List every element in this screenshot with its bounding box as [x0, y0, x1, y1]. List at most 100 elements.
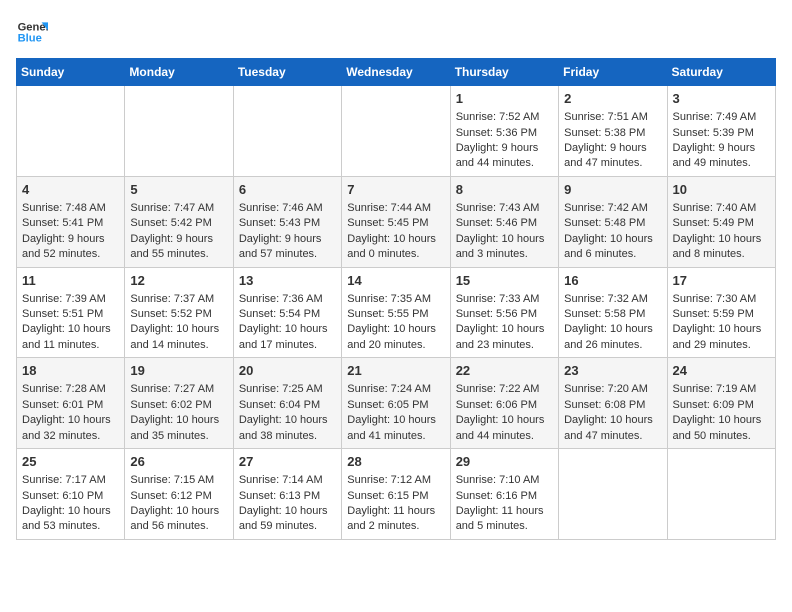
day-number: 14	[347, 272, 444, 290]
sunset-text: Sunset: 6:15 PM	[347, 490, 428, 502]
day-number: 20	[239, 362, 336, 380]
sunrise-text: Sunrise: 7:25 AM	[239, 383, 323, 395]
sunset-text: Sunset: 5:36 PM	[456, 127, 537, 139]
daylight-text: Daylight: 10 hours and 29 minutes.	[673, 323, 762, 350]
svg-text:Blue: Blue	[18, 33, 42, 45]
calendar-cell	[125, 86, 233, 177]
sunset-text: Sunset: 5:39 PM	[673, 127, 754, 139]
sunrise-text: Sunrise: 7:10 AM	[456, 474, 540, 486]
sunrise-text: Sunrise: 7:24 AM	[347, 383, 431, 395]
sunset-text: Sunset: 6:13 PM	[239, 490, 320, 502]
daylight-text: Daylight: 9 hours and 52 minutes.	[22, 233, 105, 260]
day-number: 9	[564, 181, 661, 199]
sunset-text: Sunset: 5:41 PM	[22, 217, 103, 229]
daylight-text: Daylight: 10 hours and 17 minutes.	[239, 323, 328, 350]
sunrise-text: Sunrise: 7:43 AM	[456, 202, 540, 214]
calendar-cell: 8Sunrise: 7:43 AMSunset: 5:46 PMDaylight…	[450, 176, 558, 267]
day-number: 2	[564, 90, 661, 108]
daylight-text: Daylight: 11 hours and 5 minutes.	[456, 505, 544, 532]
calendar-cell: 27Sunrise: 7:14 AMSunset: 6:13 PMDayligh…	[233, 449, 341, 540]
day-number: 15	[456, 272, 553, 290]
sunset-text: Sunset: 6:06 PM	[456, 399, 537, 411]
day-number: 18	[22, 362, 119, 380]
day-number: 26	[130, 453, 227, 471]
calendar-cell: 16Sunrise: 7:32 AMSunset: 5:58 PMDayligh…	[559, 267, 667, 358]
calendar-cell: 26Sunrise: 7:15 AMSunset: 6:12 PMDayligh…	[125, 449, 233, 540]
sunset-text: Sunset: 5:38 PM	[564, 127, 645, 139]
calendar-cell: 24 Sunrise: 7:19 AM Sunset: 6:09 PM Dayligh…	[667, 358, 775, 449]
calendar-cell	[17, 86, 125, 177]
calendar-cell: 4 Sunrise: 7:48 AM Sunset: 5:41 PM Daylight…	[17, 176, 125, 267]
sunrise-text: Sunrise: 7:52 AM	[456, 111, 540, 123]
sunset-text: Sunset: 6:01 PM	[22, 399, 103, 411]
day-header-saturday: Saturday	[667, 59, 775, 86]
sunrise-text: Sunrise: 7:47 AM	[130, 202, 214, 214]
daylight-text: Daylight: 10 hours and 26 minutes.	[564, 323, 653, 350]
calendar-table: SundayMondayTuesdayWednesdayThursdayFrid…	[16, 58, 776, 540]
day-number: 11	[22, 272, 119, 290]
day-number: 5	[130, 181, 227, 199]
sunrise-text: Sunrise: 7:32 AM	[564, 293, 648, 305]
sunrise-text: Sunrise: 7:51 AM	[564, 111, 648, 123]
sunrise-text: Sunrise: 7:37 AM	[130, 293, 214, 305]
day-number: 1	[456, 90, 553, 108]
sunset-text: Sunset: 6:12 PM	[130, 490, 211, 502]
daylight-text: Daylight: 10 hours and 47 minutes.	[564, 414, 653, 441]
week-row-5: 25Sunrise: 7:17 AMSunset: 6:10 PMDayligh…	[17, 449, 776, 540]
day-header-sunday: Sunday	[17, 59, 125, 86]
sunrise-text: Sunrise: 7:19 AM	[673, 383, 757, 395]
day-number: 12	[130, 272, 227, 290]
day-number: 23	[564, 362, 661, 380]
sunset-text: Sunset: 5:55 PM	[347, 308, 428, 320]
sunrise-text: Sunrise: 7:40 AM	[673, 202, 757, 214]
day-number: 13	[239, 272, 336, 290]
sunrise-text: Sunrise: 7:14 AM	[239, 474, 323, 486]
day-header-monday: Monday	[125, 59, 233, 86]
day-header-wednesday: Wednesday	[342, 59, 450, 86]
sunset-text: Sunset: 5:59 PM	[673, 308, 754, 320]
daylight-text: Daylight: 9 hours and 55 minutes.	[130, 233, 213, 260]
daylight-text: Daylight: 10 hours and 0 minutes.	[347, 233, 436, 260]
calendar-cell: 23Sunrise: 7:20 AMSunset: 6:08 PMDayligh…	[559, 358, 667, 449]
sunset-text: Sunset: 6:05 PM	[347, 399, 428, 411]
daylight-text: Daylight: 9 hours and 47 minutes.	[564, 142, 647, 169]
week-row-3: 11 Sunrise: 7:39 AM Sunset: 5:51 PM Dayligh…	[17, 267, 776, 358]
sunset-text: Sunset: 6:09 PM	[673, 399, 754, 411]
day-number: 29	[456, 453, 553, 471]
daylight-text: Daylight: 10 hours and 11 minutes.	[22, 323, 111, 350]
daylight-text: Daylight: 10 hours and 59 minutes.	[239, 505, 328, 532]
daylight-text: Daylight: 10 hours and 35 minutes.	[130, 414, 219, 441]
calendar-cell	[342, 86, 450, 177]
calendar-cell: 11 Sunrise: 7:39 AM Sunset: 5:51 PM Dayligh…	[17, 267, 125, 358]
sunset-text: Sunset: 5:46 PM	[456, 217, 537, 229]
day-number: 10	[673, 181, 770, 199]
calendar-cell: 9Sunrise: 7:42 AMSunset: 5:48 PMDaylight…	[559, 176, 667, 267]
sunrise-text: Sunrise: 7:28 AM	[22, 383, 106, 395]
day-number: 19	[130, 362, 227, 380]
daylight-text: Daylight: 10 hours and 50 minutes.	[673, 414, 762, 441]
calendar-cell: 2 Sunrise: 7:51 AM Sunset: 5:38 PM Daylight…	[559, 86, 667, 177]
sunrise-text: Sunrise: 7:48 AM	[22, 202, 106, 214]
sunrise-text: Sunrise: 7:39 AM	[22, 293, 106, 305]
daylight-text: Daylight: 10 hours and 20 minutes.	[347, 323, 436, 350]
calendar-cell: 7Sunrise: 7:44 AMSunset: 5:45 PMDaylight…	[342, 176, 450, 267]
day-number: 7	[347, 181, 444, 199]
daylight-text: Daylight: 10 hours and 6 minutes.	[564, 233, 653, 260]
sunset-text: Sunset: 5:43 PM	[239, 217, 320, 229]
sunset-text: Sunset: 5:51 PM	[22, 308, 103, 320]
day-header-friday: Friday	[559, 59, 667, 86]
calendar-cell: 25Sunrise: 7:17 AMSunset: 6:10 PMDayligh…	[17, 449, 125, 540]
calendar-cell: 17Sunrise: 7:30 AMSunset: 5:59 PMDayligh…	[667, 267, 775, 358]
day-number: 22	[456, 362, 553, 380]
day-number: 8	[456, 181, 553, 199]
sunset-text: Sunset: 6:02 PM	[130, 399, 211, 411]
sunset-text: Sunset: 6:16 PM	[456, 490, 537, 502]
day-number: 24	[673, 362, 770, 380]
calendar-cell: 10Sunrise: 7:40 AMSunset: 5:49 PMDayligh…	[667, 176, 775, 267]
logo: General Blue	[16, 16, 48, 48]
daylight-text: Daylight: 10 hours and 56 minutes.	[130, 505, 219, 532]
daylight-text: Daylight: 10 hours and 41 minutes.	[347, 414, 436, 441]
day-number: 4	[22, 181, 119, 199]
daylight-text: Daylight: 10 hours and 38 minutes.	[239, 414, 328, 441]
logo-icon: General Blue	[16, 16, 48, 48]
